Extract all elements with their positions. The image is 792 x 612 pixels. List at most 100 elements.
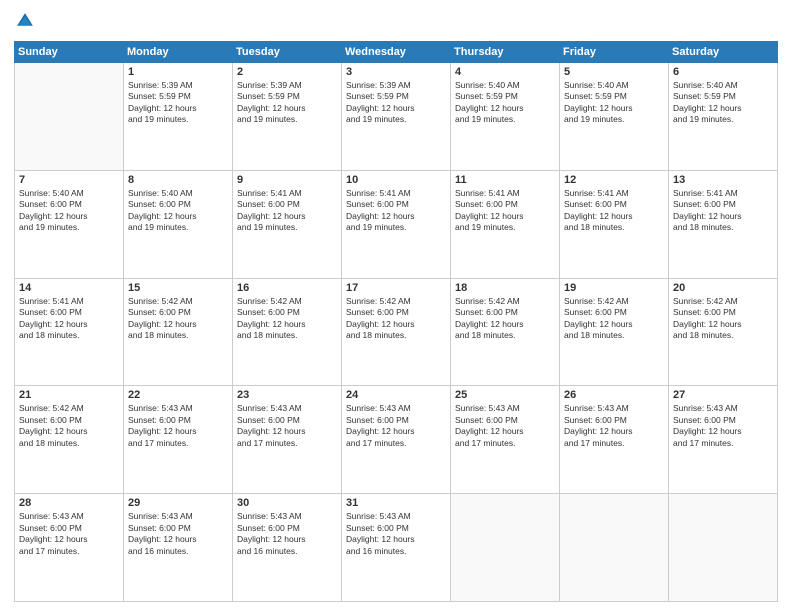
week-row-4: 21 Sunrise: 5:42 AMSunset: 6:00 PMDayligh… bbox=[15, 386, 778, 494]
day-info: Sunrise: 5:43 AMSunset: 6:00 PMDaylight:… bbox=[346, 511, 446, 557]
calendar-cell: 11 Sunrise: 5:41 AMSunset: 6:00 PMDayligh… bbox=[451, 170, 560, 278]
day-info: Sunrise: 5:41 AMSunset: 6:00 PMDaylight:… bbox=[19, 296, 119, 342]
day-info: Sunrise: 5:43 AMSunset: 6:00 PMDaylight:… bbox=[455, 403, 555, 449]
day-header-monday: Monday bbox=[124, 42, 233, 63]
day-number: 7 bbox=[19, 174, 119, 186]
calendar-cell: 15 Sunrise: 5:42 AMSunset: 6:00 PMDayligh… bbox=[124, 278, 233, 386]
day-info: Sunrise: 5:42 AMSunset: 6:00 PMDaylight:… bbox=[237, 296, 337, 342]
calendar-cell: 14 Sunrise: 5:41 AMSunset: 6:00 PMDayligh… bbox=[15, 278, 124, 386]
calendar-cell: 17Sunrise: 5:42 AMSunset: 6:00 PMDayligh… bbox=[342, 278, 451, 386]
day-header-friday: Friday bbox=[560, 42, 669, 63]
day-info: Sunrise: 5:42 AMSunset: 6:00 PMDaylight:… bbox=[455, 296, 555, 342]
day-number: 16 bbox=[237, 282, 337, 294]
day-info: Sunrise: 5:43 AMSunset: 6:00 PMDaylight:… bbox=[564, 403, 664, 449]
day-number: 19 bbox=[564, 282, 664, 294]
day-number: 31 bbox=[346, 497, 446, 509]
day-number: 2 bbox=[237, 66, 337, 78]
day-number: 13 bbox=[673, 174, 773, 186]
day-number: 3 bbox=[346, 66, 446, 78]
day-info: Sunrise: 5:39 AMSunset: 5:59 PMDaylight:… bbox=[346, 80, 446, 126]
header bbox=[14, 10, 778, 32]
week-row-2: 7 Sunrise: 5:40 AMSunset: 6:00 PMDaylight… bbox=[15, 170, 778, 278]
day-info: Sunrise: 5:43 AMSunset: 6:00 PMDaylight:… bbox=[237, 403, 337, 449]
day-number: 9 bbox=[237, 174, 337, 186]
day-number: 4 bbox=[455, 66, 555, 78]
day-info: Sunrise: 5:40 AMSunset: 6:00 PMDaylight:… bbox=[19, 188, 119, 234]
calendar-cell: 30Sunrise: 5:43 AMSunset: 6:00 PMDayligh… bbox=[233, 494, 342, 602]
calendar-cell: 7 Sunrise: 5:40 AMSunset: 6:00 PMDaylight… bbox=[15, 170, 124, 278]
calendar-cell: 26 Sunrise: 5:43 AMSunset: 6:00 PMDayligh… bbox=[560, 386, 669, 494]
day-info: Sunrise: 5:43 AMSunset: 6:00 PMDaylight:… bbox=[128, 403, 228, 449]
calendar-cell: 9 Sunrise: 5:41 AMSunset: 6:00 PMDaylight… bbox=[233, 170, 342, 278]
day-info: Sunrise: 5:40 AMSunset: 5:59 PMDaylight:… bbox=[673, 80, 773, 126]
day-header-sunday: Sunday bbox=[15, 42, 124, 63]
day-info: Sunrise: 5:41 AMSunset: 6:00 PMDaylight:… bbox=[237, 188, 337, 234]
header-row: SundayMondayTuesdayWednesdayThursdayFrid… bbox=[15, 42, 778, 63]
calendar-cell: 8 Sunrise: 5:40 AMSunset: 6:00 PMDaylight… bbox=[124, 170, 233, 278]
day-info: Sunrise: 5:41 AMSunset: 6:00 PMDaylight:… bbox=[673, 188, 773, 234]
calendar-cell: 1 Sunrise: 5:39 AMSunset: 5:59 PMDaylight… bbox=[124, 63, 233, 171]
day-number: 11 bbox=[455, 174, 555, 186]
day-header-saturday: Saturday bbox=[669, 42, 778, 63]
day-info: Sunrise: 5:41 AMSunset: 6:00 PMDaylight:… bbox=[455, 188, 555, 234]
day-number: 20 bbox=[673, 282, 773, 294]
day-info: Sunrise: 5:39 AMSunset: 5:59 PMDaylight:… bbox=[128, 80, 228, 126]
calendar-header: SundayMondayTuesdayWednesdayThursdayFrid… bbox=[15, 42, 778, 63]
day-number: 18 bbox=[455, 282, 555, 294]
calendar-cell: 23 Sunrise: 5:43 AMSunset: 6:00 PMDayligh… bbox=[233, 386, 342, 494]
calendar-cell: 10Sunrise: 5:41 AMSunset: 6:00 PMDayligh… bbox=[342, 170, 451, 278]
day-info: Sunrise: 5:43 AMSunset: 6:00 PMDaylight:… bbox=[237, 511, 337, 557]
calendar-cell: 4 Sunrise: 5:40 AMSunset: 5:59 PMDaylight… bbox=[451, 63, 560, 171]
day-number: 8 bbox=[128, 174, 228, 186]
day-info: Sunrise: 5:43 AMSunset: 6:00 PMDaylight:… bbox=[673, 403, 773, 449]
day-info: Sunrise: 5:40 AMSunset: 5:59 PMDaylight:… bbox=[564, 80, 664, 126]
day-info: Sunrise: 5:43 AMSunset: 6:00 PMDaylight:… bbox=[128, 511, 228, 557]
calendar-cell: 21 Sunrise: 5:42 AMSunset: 6:00 PMDayligh… bbox=[15, 386, 124, 494]
day-info: Sunrise: 5:40 AMSunset: 6:00 PMDaylight:… bbox=[128, 188, 228, 234]
calendar-cell: 20 Sunrise: 5:42 AMSunset: 6:00 PMDayligh… bbox=[669, 278, 778, 386]
calendar-cell bbox=[15, 63, 124, 171]
day-header-thursday: Thursday bbox=[451, 42, 560, 63]
day-info: Sunrise: 5:42 AMSunset: 6:00 PMDaylight:… bbox=[673, 296, 773, 342]
calendar-cell: 28 Sunrise: 5:43 AMSunset: 6:00 PMDayligh… bbox=[15, 494, 124, 602]
day-number: 1 bbox=[128, 66, 228, 78]
calendar-cell: 16 Sunrise: 5:42 AMSunset: 6:00 PMDayligh… bbox=[233, 278, 342, 386]
day-number: 14 bbox=[19, 282, 119, 294]
calendar-cell: 25Sunrise: 5:43 AMSunset: 6:00 PMDayligh… bbox=[451, 386, 560, 494]
calendar-cell bbox=[669, 494, 778, 602]
calendar-cell: 3 Sunrise: 5:39 AMSunset: 5:59 PMDaylight… bbox=[342, 63, 451, 171]
calendar-cell: 2 Sunrise: 5:39 AMSunset: 5:59 PMDaylight… bbox=[233, 63, 342, 171]
day-number: 26 bbox=[564, 389, 664, 401]
day-info: Sunrise: 5:42 AMSunset: 6:00 PMDaylight:… bbox=[128, 296, 228, 342]
calendar-cell bbox=[560, 494, 669, 602]
day-number: 12 bbox=[564, 174, 664, 186]
calendar-table: SundayMondayTuesdayWednesdayThursdayFrid… bbox=[14, 41, 778, 602]
day-number: 28 bbox=[19, 497, 119, 509]
day-number: 21 bbox=[19, 389, 119, 401]
day-info: Sunrise: 5:40 AMSunset: 5:59 PMDaylight:… bbox=[455, 80, 555, 126]
day-number: 15 bbox=[128, 282, 228, 294]
day-number: 29 bbox=[128, 497, 228, 509]
logo bbox=[14, 10, 38, 32]
day-info: Sunrise: 5:39 AMSunset: 5:59 PMDaylight:… bbox=[237, 80, 337, 126]
day-info: Sunrise: 5:43 AMSunset: 6:00 PMDaylight:… bbox=[19, 511, 119, 557]
calendar-cell: 13 Sunrise: 5:41 AMSunset: 6:00 PMDayligh… bbox=[669, 170, 778, 278]
calendar-cell bbox=[451, 494, 560, 602]
calendar-body: 1 Sunrise: 5:39 AMSunset: 5:59 PMDaylight… bbox=[15, 63, 778, 602]
logo-icon bbox=[14, 10, 36, 32]
day-number: 5 bbox=[564, 66, 664, 78]
calendar-cell: 22 Sunrise: 5:43 AMSunset: 6:00 PMDayligh… bbox=[124, 386, 233, 494]
day-header-tuesday: Tuesday bbox=[233, 42, 342, 63]
day-number: 22 bbox=[128, 389, 228, 401]
day-info: Sunrise: 5:42 AMSunset: 6:00 PMDaylight:… bbox=[19, 403, 119, 449]
calendar-cell: 24Sunrise: 5:43 AMSunset: 6:00 PMDayligh… bbox=[342, 386, 451, 494]
calendar-cell: 31 Sunrise: 5:43 AMSunset: 6:00 PMDayligh… bbox=[342, 494, 451, 602]
calendar-cell: 19 Sunrise: 5:42 AMSunset: 6:00 PMDayligh… bbox=[560, 278, 669, 386]
day-info: Sunrise: 5:42 AMSunset: 6:00 PMDaylight:… bbox=[564, 296, 664, 342]
day-number: 27 bbox=[673, 389, 773, 401]
day-number: 23 bbox=[237, 389, 337, 401]
week-row-1: 1 Sunrise: 5:39 AMSunset: 5:59 PMDaylight… bbox=[15, 63, 778, 171]
day-number: 10 bbox=[346, 174, 446, 186]
day-number: 6 bbox=[673, 66, 773, 78]
day-number: 17 bbox=[346, 282, 446, 294]
